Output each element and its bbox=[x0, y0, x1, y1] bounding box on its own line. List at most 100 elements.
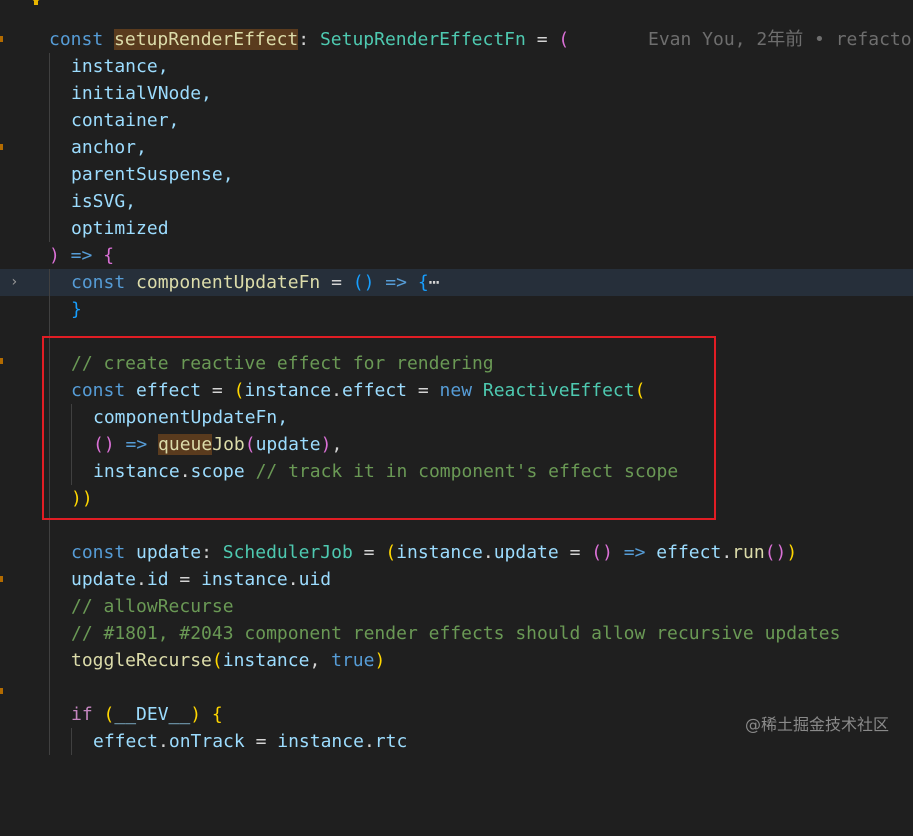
token: if bbox=[71, 704, 93, 725]
token: const bbox=[49, 29, 104, 50]
indent-guide bbox=[49, 539, 50, 566]
git-blame-annotation[interactable]: Evan You, 2年前 • refacto bbox=[648, 26, 912, 53]
token: ) bbox=[49, 245, 60, 266]
token: instance bbox=[396, 542, 483, 563]
code-line[interactable]: optimized bbox=[0, 215, 913, 242]
token: = bbox=[168, 569, 202, 590]
indent-guide bbox=[49, 161, 50, 188]
token: uid bbox=[298, 569, 332, 590]
code-line[interactable] bbox=[0, 674, 913, 701]
token: container, bbox=[71, 110, 180, 131]
code-line[interactable]: toggleRecurse(instance, true) bbox=[0, 647, 913, 674]
indent-guide bbox=[49, 674, 50, 701]
token: () bbox=[764, 542, 787, 563]
code-line[interactable]: const setupRenderEffect: SetupRenderEffe… bbox=[0, 26, 913, 53]
token: . bbox=[482, 542, 494, 563]
token: = bbox=[320, 272, 353, 293]
token: : bbox=[201, 542, 223, 563]
token: const bbox=[71, 272, 126, 293]
token: ) bbox=[374, 650, 386, 671]
token: SetupRenderEffectFn bbox=[319, 29, 526, 50]
token: initialVNode, bbox=[71, 83, 212, 104]
token: : bbox=[298, 29, 320, 50]
token: . bbox=[287, 569, 299, 590]
token: SchedulerJob bbox=[222, 542, 353, 563]
token: update bbox=[136, 542, 202, 563]
token: ( bbox=[558, 29, 570, 50]
token: . bbox=[721, 542, 733, 563]
code-line[interactable]: ) => { bbox=[0, 242, 913, 269]
code-line[interactable]: } bbox=[0, 296, 913, 323]
token: = bbox=[244, 731, 278, 752]
token: instance, bbox=[71, 56, 169, 77]
token: } bbox=[71, 299, 82, 320]
token: // allowRecurse bbox=[71, 596, 234, 617]
indent-guide bbox=[49, 269, 50, 296]
token: { bbox=[201, 704, 223, 725]
token: ) bbox=[786, 542, 798, 563]
token: ( bbox=[385, 542, 397, 563]
indent-guide bbox=[49, 53, 50, 80]
watermark: @稀土掘金技术社区 bbox=[744, 715, 889, 734]
token: instance bbox=[201, 569, 288, 590]
token: . bbox=[136, 569, 147, 590]
token: => bbox=[612, 542, 657, 563]
code-line[interactable]: initialVNode, bbox=[0, 80, 913, 107]
token: update bbox=[71, 569, 137, 590]
indent-guide bbox=[49, 728, 50, 755]
code-line[interactable]: const update: SchedulerJob = (instance.u… bbox=[0, 539, 913, 566]
code-line[interactable]: isSVG, bbox=[0, 188, 913, 215]
token: instance bbox=[277, 731, 364, 752]
token: update bbox=[493, 542, 559, 563]
token: , bbox=[309, 650, 332, 671]
code-line[interactable]: // #1801, #2043 component render effects… bbox=[0, 620, 913, 647]
token: { bbox=[417, 272, 429, 293]
token: effect bbox=[656, 542, 722, 563]
token: rtc bbox=[374, 731, 408, 752]
token: parentSuspense, bbox=[71, 164, 234, 185]
chevron-right-icon[interactable]: › bbox=[10, 269, 18, 296]
lightbulb-icon[interactable] bbox=[30, 0, 42, 6]
token: () bbox=[352, 272, 375, 293]
token: ( bbox=[211, 650, 223, 671]
token: . bbox=[158, 731, 169, 752]
indent-guide bbox=[49, 566, 50, 593]
code-line[interactable]: // allowRecurse bbox=[0, 593, 913, 620]
indent-guide bbox=[49, 188, 50, 215]
indent-guide bbox=[49, 134, 50, 161]
code-line[interactable]: anchor, bbox=[0, 134, 913, 161]
code-line[interactable]: container, bbox=[0, 107, 913, 134]
code-line[interactable]: parentSuspense, bbox=[0, 161, 913, 188]
token: run bbox=[732, 542, 765, 563]
token: // #1801, #2043 component render effects… bbox=[71, 623, 841, 644]
token: toggleRecurse bbox=[71, 650, 212, 671]
indent-guide bbox=[49, 620, 50, 647]
token: componentUpdateFn bbox=[136, 272, 321, 293]
token: __DEV__ bbox=[114, 704, 191, 725]
indent-guide bbox=[71, 728, 72, 755]
highlight-annotation-box bbox=[42, 336, 716, 520]
token: optimized bbox=[71, 218, 169, 239]
token: = bbox=[352, 542, 386, 563]
indent-guide bbox=[49, 80, 50, 107]
indent-guide bbox=[49, 593, 50, 620]
token: ) bbox=[190, 704, 202, 725]
token: ( bbox=[103, 704, 115, 725]
code-line[interactable]: instance, bbox=[0, 53, 913, 80]
token: instance bbox=[222, 650, 310, 671]
indent-guide bbox=[49, 296, 50, 323]
code-line-current[interactable]: › const componentUpdateFn = () => {⋯ bbox=[0, 269, 913, 296]
token: { bbox=[103, 245, 115, 266]
token: => bbox=[59, 245, 104, 266]
token: . bbox=[363, 731, 375, 752]
indent-guide bbox=[49, 647, 50, 674]
token: setupRenderEffect bbox=[114, 29, 299, 50]
token: => bbox=[374, 272, 418, 293]
folded-ellipsis[interactable]: ⋯ bbox=[429, 272, 440, 293]
token: true bbox=[331, 650, 375, 671]
token: id bbox=[146, 569, 169, 590]
code-line[interactable]: update.id = instance.uid bbox=[0, 566, 913, 593]
token: isSVG, bbox=[71, 191, 137, 212]
indent-guide bbox=[49, 701, 50, 728]
